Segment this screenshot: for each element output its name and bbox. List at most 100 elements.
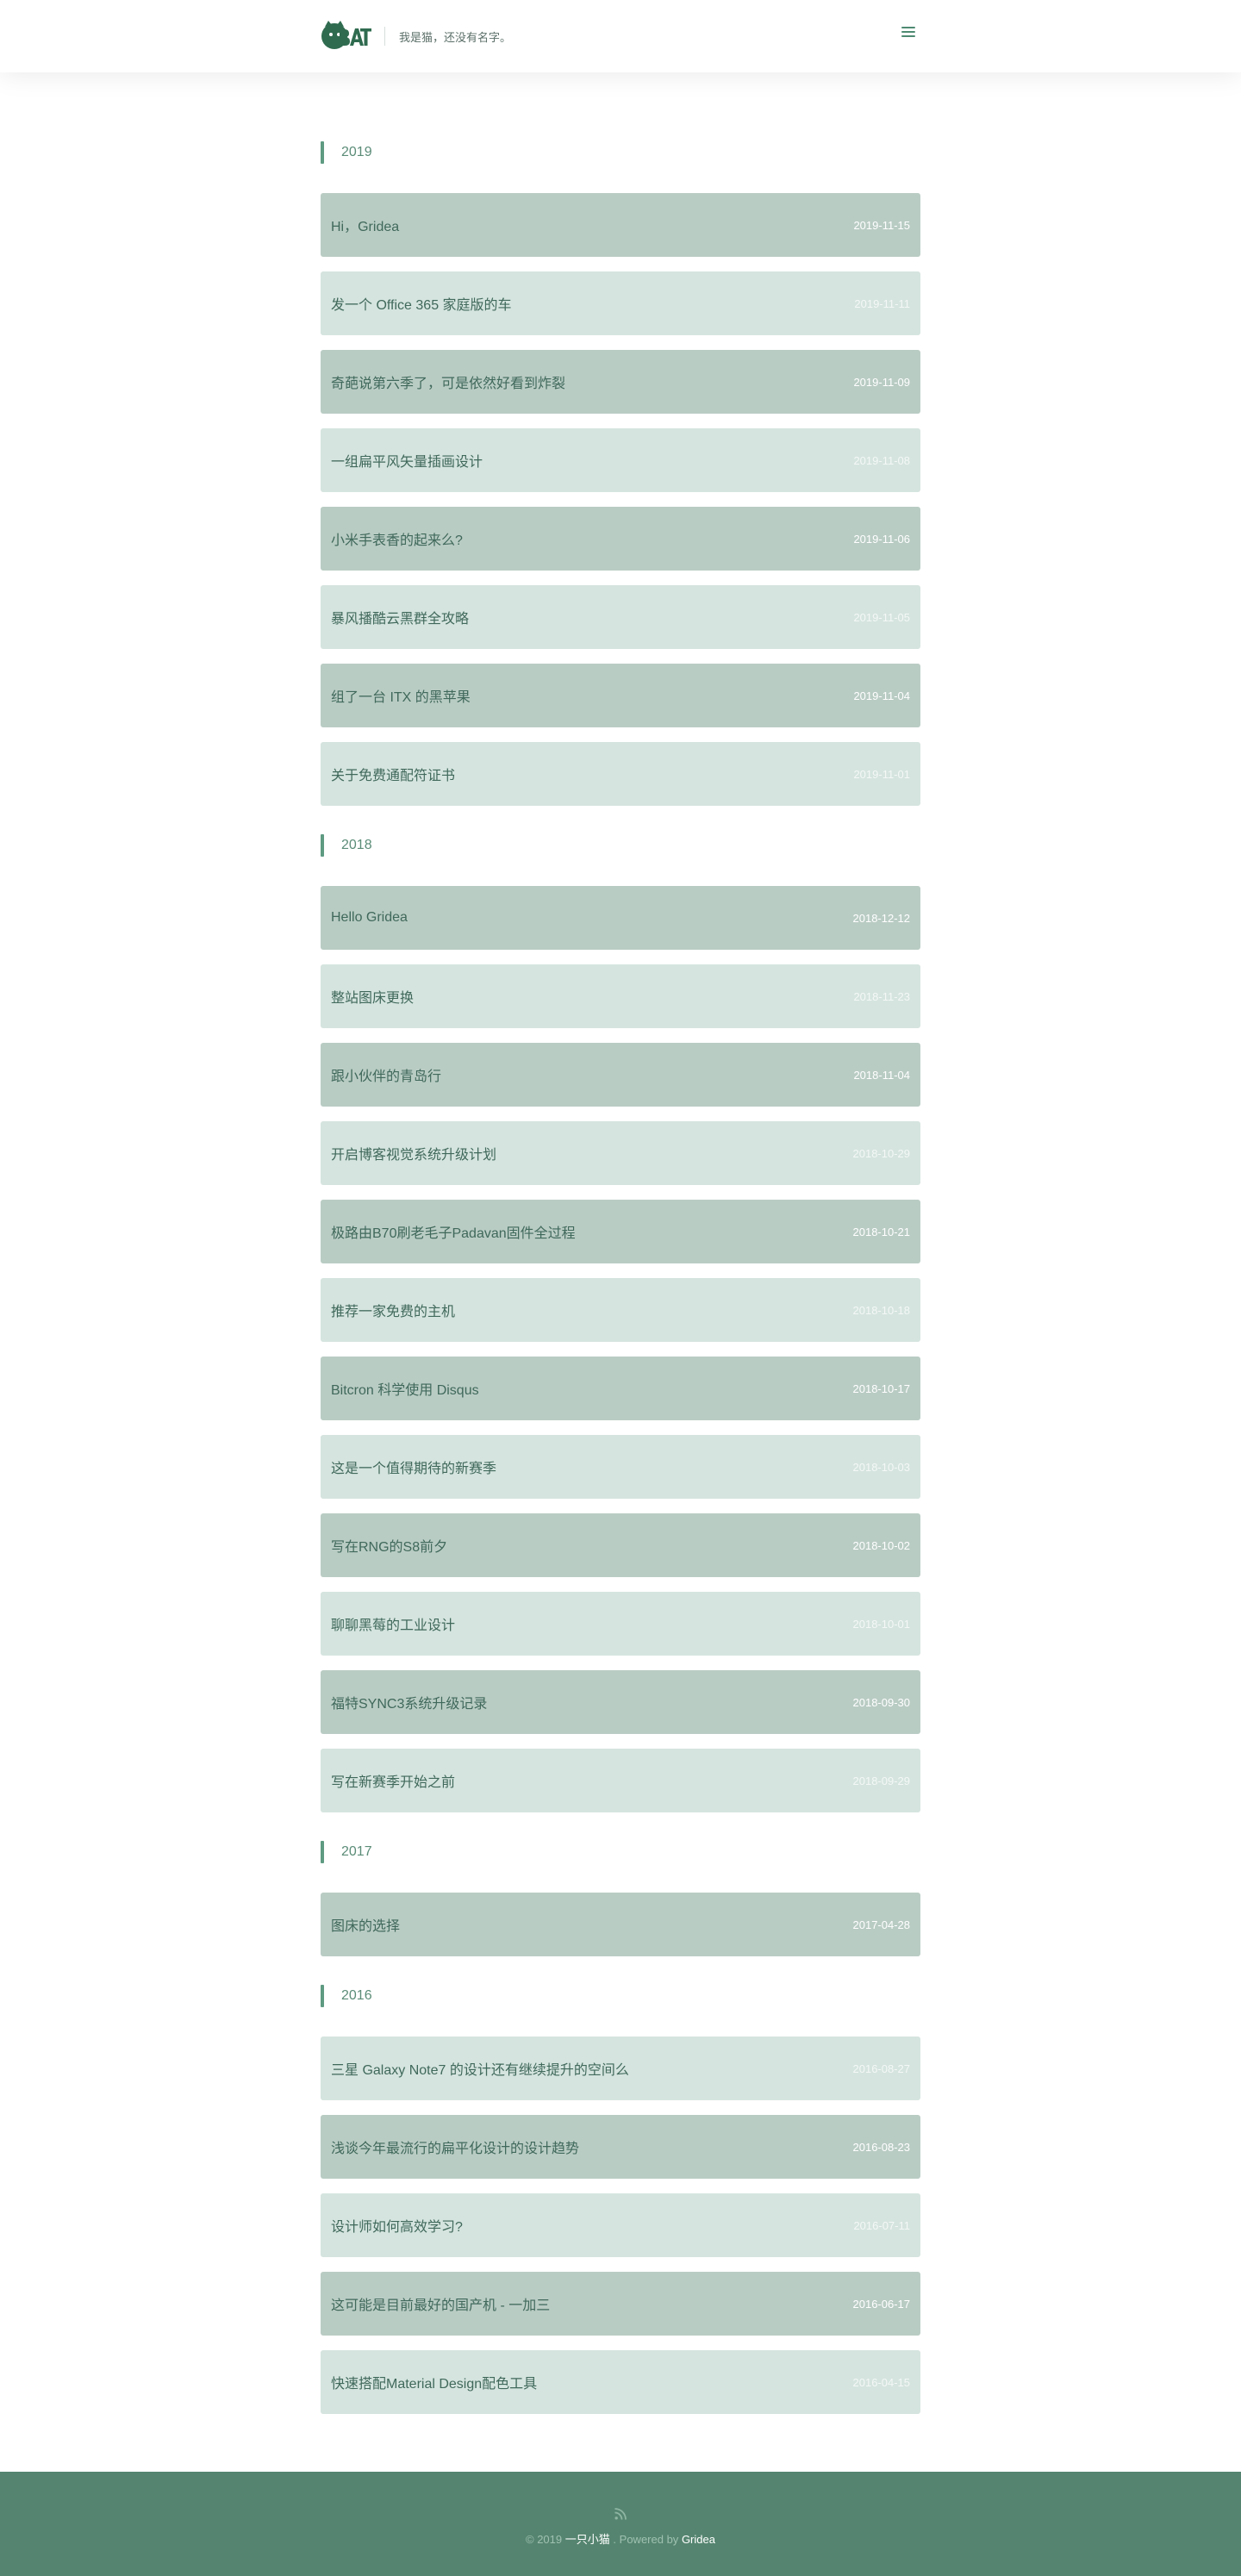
post-date: 2019-11-08 bbox=[853, 453, 910, 467]
post-item[interactable]: 关于免费通配符证书 2019-11-01 bbox=[321, 742, 920, 806]
year-label: 2017 bbox=[341, 1844, 372, 1859]
post-title: 浅谈今年最流行的扁平化设计的设计趋势 bbox=[331, 2142, 580, 2156]
year-group: 2018 Hello Gridea 2018-12-12 整站图床更换 2018-11-… bbox=[321, 834, 920, 1812]
post-date: 2018-10-17 bbox=[852, 1382, 911, 1395]
post-item[interactable]: 极路由B70刷老毛子Padavan固件全过程 2018-10-21 bbox=[321, 1200, 920, 1263]
footer-powered-by: Powered by bbox=[619, 2533, 679, 2546]
post-title: 快速搭配Material Design配色工具 bbox=[331, 2377, 538, 2392]
post-item[interactable]: 暴风播酷云黑群全攻略 2019-11-05 bbox=[321, 585, 920, 649]
post-item[interactable]: 设计师如何高效学习? 2016-07-11 bbox=[321, 2193, 920, 2257]
post-date: 2016-06-17 bbox=[852, 2297, 911, 2311]
post-item[interactable]: 福特SYNC3系统升级记录 2018-09-30 bbox=[321, 1670, 920, 1734]
post-item[interactable]: 三星 Galaxy Note7 的设计还有继续提升的空间么 2016-08-27 bbox=[321, 2036, 920, 2100]
year-heading: 2016 bbox=[321, 1985, 920, 2007]
year-group: 2017 图床的选择 2017-04-28 bbox=[321, 1841, 920, 1956]
post-date: 2018-11-23 bbox=[853, 989, 910, 1003]
post-item[interactable]: 整站图床更换 2018-11-23 bbox=[321, 964, 920, 1028]
post-item[interactable]: 图床的选择 2017-04-28 bbox=[321, 1893, 920, 1956]
post-item[interactable]: 快速搭配Material Design配色工具 2016-04-15 bbox=[321, 2350, 920, 2414]
post-item[interactable]: 小米手表香的起来么? 2019-11-06 bbox=[321, 507, 920, 571]
year-label: 2019 bbox=[341, 145, 372, 159]
post-item[interactable]: 这可能是目前最好的国产机 - 一加三 2016-06-17 bbox=[321, 2272, 920, 2336]
year-label: 2016 bbox=[341, 1988, 372, 2003]
footer-engine-link[interactable]: Gridea bbox=[682, 2533, 715, 2546]
post-title: 三星 Galaxy Note7 的设计还有继续提升的空间么 bbox=[331, 2063, 629, 2078]
post-date: 2018-10-18 bbox=[852, 1303, 911, 1317]
site-logo[interactable] bbox=[321, 19, 372, 53]
post-date: 2018-09-30 bbox=[852, 1695, 911, 1709]
post-date: 2019-11-15 bbox=[853, 218, 910, 232]
post-date: 2016-07-11 bbox=[853, 2218, 910, 2232]
post-title: 跟小伙伴的青岛行 bbox=[331, 1070, 442, 1084]
post-title: 暴风播酷云黑群全攻略 bbox=[331, 612, 470, 627]
year-accent-bar bbox=[321, 1985, 324, 2007]
post-date: 2018-10-03 bbox=[852, 1460, 911, 1474]
post-title: 开启博客视觉系统升级计划 bbox=[331, 1148, 497, 1163]
post-item[interactable]: 组了一台 ITX 的黑苹果 2019-11-04 bbox=[321, 664, 920, 727]
post-date: 2018-11-04 bbox=[853, 1068, 910, 1082]
post-date: 2019-11-11 bbox=[854, 296, 910, 310]
rss-icon[interactable] bbox=[614, 2508, 627, 2520]
post-date: 2016-08-23 bbox=[852, 2140, 911, 2154]
year-accent-bar bbox=[321, 834, 324, 857]
post-item[interactable]: 写在新赛季开始之前 2018-09-29 bbox=[321, 1749, 920, 1812]
footer-author-link[interactable]: 一只小猫 bbox=[565, 2533, 610, 2546]
footer-copyright: © 2019 bbox=[526, 2533, 563, 2546]
year-group: 2016 三星 Galaxy Note7 的设计还有继续提升的空间么 2016-08… bbox=[321, 1985, 920, 2414]
post-item[interactable]: 开启博客视觉系统升级计划 2018-10-29 bbox=[321, 1121, 920, 1185]
post-item[interactable]: 推荐一家免费的主机 2018-10-18 bbox=[321, 1278, 920, 1342]
post-date: 2018-12-12 bbox=[852, 911, 911, 925]
post-title: Hi，Gridea bbox=[331, 220, 400, 234]
post-title: 推荐一家免费的主机 bbox=[331, 1305, 456, 1319]
header-inner: 我是猫，还没有名字。 bbox=[321, 0, 920, 72]
post-date: 2018-10-02 bbox=[852, 1538, 911, 1552]
post-date: 2016-08-27 bbox=[852, 2061, 911, 2075]
post-title: 设计师如何高效学习? bbox=[331, 2220, 463, 2235]
post-date: 2019-11-09 bbox=[853, 375, 910, 389]
post-date: 2017-04-28 bbox=[852, 1918, 911, 1931]
footer-credits: © 2019 一只小猫 . Powered by Gridea bbox=[526, 2530, 715, 2547]
post-title: 写在RNG的S8前夕 bbox=[331, 1540, 448, 1555]
post-item[interactable]: 写在RNG的S8前夕 2018-10-02 bbox=[321, 1513, 920, 1577]
year-accent-bar bbox=[321, 141, 324, 164]
post-item[interactable]: 浅谈今年最流行的扁平化设计的设计趋势 2016-08-23 bbox=[321, 2115, 920, 2179]
site-header: 我是猫，还没有名字。 bbox=[0, 0, 1241, 72]
post-item[interactable]: 发一个 Office 365 家庭版的车 2019-11-11 bbox=[321, 271, 920, 335]
post-title: 这是一个值得期待的新赛季 bbox=[331, 1462, 497, 1476]
cat-logo-icon bbox=[321, 21, 371, 49]
post-title: 组了一台 ITX 的黑苹果 bbox=[331, 690, 471, 705]
year-label: 2018 bbox=[341, 838, 372, 852]
footer-separator: . bbox=[613, 2533, 617, 2546]
post-title: Bitcron 科学使用 Disqus bbox=[331, 1383, 479, 1398]
post-title: 福特SYNC3系统升级记录 bbox=[331, 1697, 488, 1712]
post-item[interactable]: Hello Gridea 2018-12-12 bbox=[321, 886, 920, 950]
post-title: Hello Gridea bbox=[331, 910, 408, 925]
logo-separator bbox=[384, 27, 385, 46]
year-group: 2019 Hi，Gridea 2019-11-15 发一个 Office 365 家庭… bbox=[321, 141, 920, 806]
year-accent-bar bbox=[321, 1841, 324, 1863]
post-title: 图床的选择 bbox=[331, 1919, 401, 1934]
post-title: 这可能是目前最好的国产机 - 一加三 bbox=[331, 2298, 551, 2313]
post-date: 2018-10-01 bbox=[852, 1617, 911, 1631]
post-title: 发一个 Office 365 家庭版的车 bbox=[331, 298, 512, 313]
post-date: 2018-09-29 bbox=[852, 1774, 911, 1787]
post-item[interactable]: 这是一个值得期待的新赛季 2018-10-03 bbox=[321, 1435, 920, 1499]
post-item[interactable]: 聊聊黑莓的工业设计 2018-10-01 bbox=[321, 1592, 920, 1656]
hamburger-menu-icon[interactable] bbox=[901, 27, 915, 39]
post-title: 奇葩说第六季了，可是依然好看到炸裂 bbox=[331, 377, 566, 391]
post-item[interactable]: Hi，Gridea 2019-11-15 bbox=[321, 193, 920, 257]
post-item[interactable]: 奇葩说第六季了，可是依然好看到炸裂 2019-11-09 bbox=[321, 350, 920, 414]
post-title: 聊聊黑莓的工业设计 bbox=[331, 1619, 456, 1633]
post-item[interactable]: 一组扁平风矢量插画设计 2019-11-08 bbox=[321, 428, 920, 492]
post-item[interactable]: Bitcron 科学使用 Disqus 2018-10-17 bbox=[321, 1357, 920, 1420]
post-date: 2019-11-01 bbox=[853, 767, 910, 781]
post-title: 关于免费通配符证书 bbox=[331, 769, 456, 783]
post-item[interactable]: 跟小伙伴的青岛行 2018-11-04 bbox=[321, 1043, 920, 1107]
post-title: 极路由B70刷老毛子Padavan固件全过程 bbox=[331, 1226, 576, 1241]
post-title: 写在新赛季开始之前 bbox=[331, 1775, 456, 1790]
site-footer: © 2019 一只小猫 . Powered by Gridea bbox=[0, 2472, 1241, 2576]
post-date: 2019-11-06 bbox=[853, 532, 910, 546]
year-heading: 2017 bbox=[321, 1841, 920, 1863]
post-title: 小米手表香的起来么? bbox=[331, 533, 463, 548]
post-archive: 2019 Hi，Gridea 2019-11-15 发一个 Office 365 家庭… bbox=[321, 72, 920, 2472]
